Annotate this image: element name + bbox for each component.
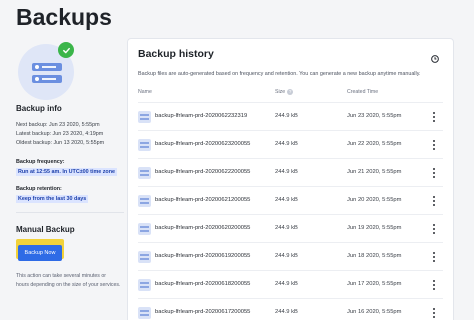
divider [16,212,124,213]
backup-name: backup-lfrleam-prd-20200618200055 [155,281,251,287]
table-row[interactable]: backup-lfrleam-prd-20200619200055 244.9 k… [138,242,443,270]
retention-value: Keep from the last 30 days [16,195,89,203]
more-vertical-icon[interactable] [431,167,437,179]
more-vertical-icon[interactable] [431,307,437,319]
backup-file-icon [138,307,151,319]
check-icon [58,42,74,58]
backup-name: backup-lfrleam-prd-2020062232319 [155,113,248,119]
table-header: Name Size? Created Time [138,89,443,99]
table-row[interactable]: backup-lfrleam-prd-20200622200055 244.9 k… [138,158,443,186]
backup-history-title: Backup history [138,48,214,60]
note-line: hours depending on the size of your serv… [16,282,121,288]
column-created-time: Created Time [347,89,379,95]
frequency-value: Run at 12:55 am. In UTC±00 time zone [16,168,118,176]
backup-size: 244.9 kB [275,309,298,315]
backup-size: 244.9 kB [275,225,298,231]
frequency-label: Backup frequency: [16,159,65,165]
backup-size: 244.9 kB [275,281,298,287]
backup-history-description: Backup files are auto-generated based on… [138,71,421,77]
more-vertical-icon[interactable] [431,139,437,151]
next-backup: Next backup: Jun 23 2020, 5:55pm [16,122,100,128]
backup-size: 244.9 kB [275,113,298,119]
help-icon[interactable]: ? [287,89,294,95]
backup-history-card: Backup history Backup files are auto-gen… [127,38,454,320]
backup-info-title: Backup info [16,104,62,113]
backup-name: backup-lfrleam-prd-20200620200055 [155,225,251,231]
sidebar: Backup info Next backup: Jun 23 2020, 5:… [8,34,124,320]
backup-file-icon [138,111,151,123]
retention-label: Backup retention: [16,186,62,192]
backup-name: backup-lfrleam-prd-20200622200055 [155,169,251,175]
backup-name: backup-lfrleam-prd-20200619200055 [155,253,251,259]
note-line: This action can take several minutes or [16,273,106,279]
oldest-backup: Oldest backup: Jun 13 2020, 5:55pm [16,140,105,146]
server-card-icon [32,75,62,83]
backup-file-icon [138,167,151,179]
backup-name: backup-lfrleam-prd-20200617200055 [155,309,251,315]
column-size-label: Size [275,89,286,95]
backup-created-time: Jun 18 2020, 5:55pm [347,253,402,259]
backup-file-icon [138,251,151,263]
table-row[interactable]: backup-lfrleam-prd-20200617200055 244.9 k… [138,298,443,320]
more-vertical-icon[interactable] [431,279,437,291]
clock-icon[interactable] [431,50,439,63]
more-vertical-icon[interactable] [431,223,437,235]
manual-backup-note: This action can take several minutes or … [16,272,128,290]
backup-now-button[interactable]: Backup Now [18,245,62,261]
backup-file-icon [138,195,151,207]
table-row[interactable]: backup-lfrleam-prd-20200623200055 244.9 k… [138,130,443,158]
backup-created-time: Jun 16 2020, 5:55pm [347,309,402,315]
backup-created-time: Jun 19 2020, 5:55pm [347,225,402,231]
manual-backup-title: Manual Backup [16,225,75,234]
backup-created-time: Jun 21 2020, 5:55pm [347,169,402,175]
column-name: Name [138,89,152,95]
more-vertical-icon[interactable] [431,251,437,263]
backup-size: 244.9 kB [275,169,298,175]
backup-file-icon [138,139,151,151]
backup-created-time: Jun 23 2020, 5:55pm [347,113,402,119]
backup-size: 244.9 kB [275,253,298,259]
backup-created-time: Jun 22 2020, 5:55pm [347,141,402,147]
backup-file-icon [138,223,151,235]
backup-name: backup-lfrleam-prd-20200621200055 [155,197,251,203]
backup-created-time: Jun 17 2020, 5:55pm [347,281,402,287]
backup-now-focus-ring: Backup Now [16,239,64,261]
backup-file-icon [138,279,151,291]
backup-size: 244.9 kB [275,197,298,203]
backup-size: 244.9 kB [275,141,298,147]
column-size: Size? [275,89,294,95]
page-title: Backups [16,4,112,30]
latest-backup: Latest backup: Jun 23 2020, 4:19pm [16,131,104,137]
backup-created-time: Jun 20 2020, 5:55pm [347,197,402,203]
server-card-icon [32,63,62,71]
table-row[interactable]: backup-lfrleam-prd-20200620200055 244.9 k… [138,214,443,242]
table-row[interactable]: backup-lfrleam-prd-2020062232319 244.9 kB… [138,102,443,130]
table-row[interactable]: backup-lfrleam-prd-20200618200055 244.9 k… [138,270,443,298]
backup-name: backup-lfrleam-prd-20200623200055 [155,141,251,147]
more-vertical-icon[interactable] [431,111,437,123]
table-row[interactable]: backup-lfrleam-prd-20200621200055 244.9 k… [138,186,443,214]
more-vertical-icon[interactable] [431,195,437,207]
